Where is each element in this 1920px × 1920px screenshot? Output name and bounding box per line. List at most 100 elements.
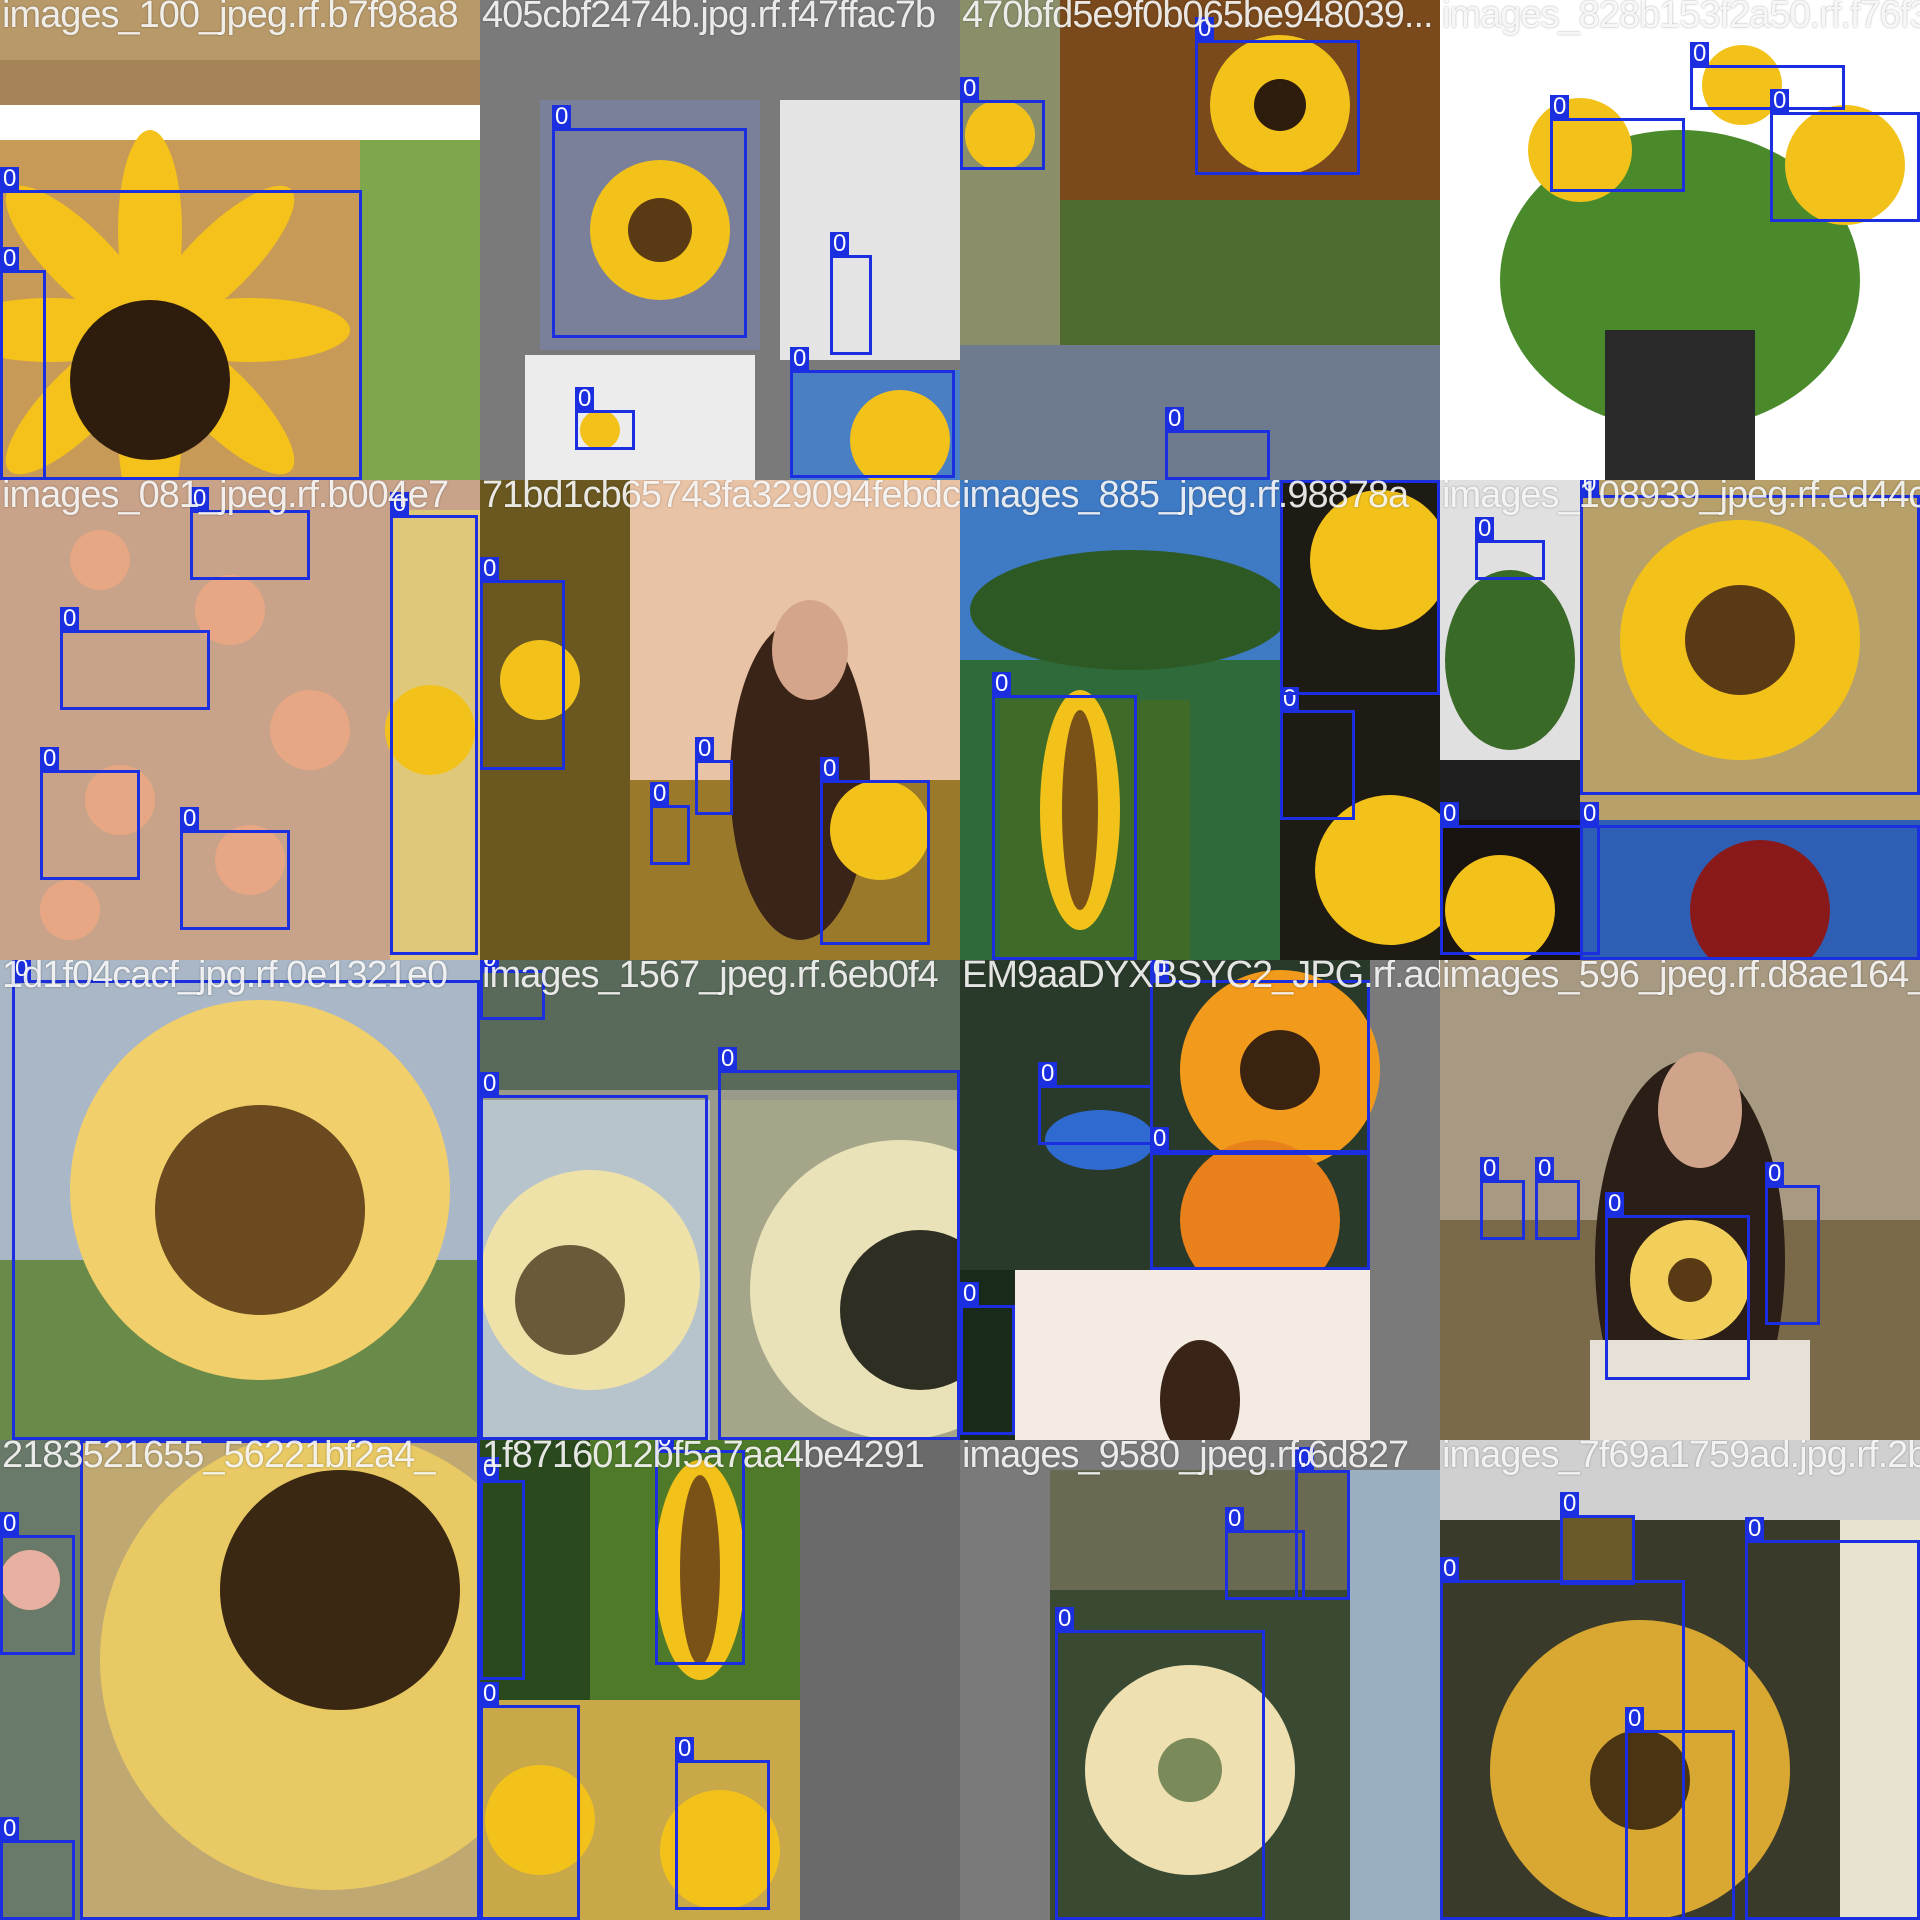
tile-8: images_108939_jpeg.rf.ed44c9 0 0 0 0 [1440, 480, 1920, 960]
tile-image [1440, 0, 1920, 480]
class-label: 0 [480, 960, 500, 971]
detection-box: 0 [830, 232, 872, 355]
detection-box: 0 [480, 1682, 580, 1920]
class-label: 0 [1165, 407, 1185, 431]
class-label: 0 [1580, 802, 1600, 826]
detection-box: 0 [1480, 1157, 1525, 1240]
tile-7: images_885_jpeg.rf.98878a 0 0 0 [960, 480, 1440, 960]
detection-box: 0 [1280, 687, 1355, 820]
class-label: 0 [0, 247, 20, 271]
class-label: 0 [552, 105, 572, 129]
detection-box: 0 [1038, 1062, 1153, 1145]
detection-box: 0 [40, 747, 140, 880]
detection-box: 0 [960, 77, 1045, 170]
class-label: 0 [830, 232, 850, 256]
mosaic-grid: images_100_jpeg.rf.b7f98a8 0 0 405cbf247… [0, 0, 1920, 1920]
detection-box: 0 [1165, 407, 1270, 480]
detection-box: 0 [1765, 1162, 1820, 1325]
tile-11: EM9aaDYXBSYC2_JPG.rf.ad529 0 0 0 0 [960, 960, 1440, 1440]
class-label: 0 [1770, 89, 1790, 113]
class-label: 0 [1150, 960, 1170, 981]
tile-6: 71bd1cb65743fa329094febdcd 0 0 0 0 [480, 480, 960, 960]
tile-12: images_596_jpeg.rf.d8ae164_n 0 0 0 0 [1440, 960, 1920, 1440]
class-label: 0 [180, 807, 200, 831]
detection-box: 0 [1550, 95, 1685, 192]
class-label: 0 [1280, 480, 1300, 481]
tile-9: 1d1f04cacf_jpg.rf.0e1321e0 0 [0, 960, 480, 1440]
class-label: 0 [1550, 95, 1570, 119]
detection-box: 0 [1295, 1447, 1350, 1600]
detection-box: 0 [1625, 1707, 1735, 1920]
class-label: 0 [80, 1440, 100, 1441]
class-label: 0 [575, 387, 595, 411]
detection-box: 0 [1475, 517, 1545, 580]
tile-4: images_828b153f2a50.rf.f76f32e 0 0 0 [1440, 0, 1920, 480]
detection-box: 0 [1770, 89, 1920, 222]
detection-box: 0 [552, 105, 747, 338]
class-label: 0 [992, 672, 1012, 696]
class-label: 0 [1195, 17, 1215, 41]
detection-box: 0 [1580, 480, 1920, 795]
class-label: 0 [40, 747, 60, 771]
detection-box: 0 [1535, 1157, 1580, 1240]
detection-box: 0 [650, 782, 690, 865]
class-label: 0 [0, 167, 20, 191]
class-label: 0 [1440, 802, 1460, 826]
detection-box: 0 [575, 387, 635, 450]
class-label: 0 [1765, 1162, 1785, 1186]
class-label: 0 [1038, 1062, 1058, 1086]
class-label: 0 [1480, 1157, 1500, 1181]
detection-box: 0 [790, 347, 955, 478]
detection-box: 0 [675, 1737, 770, 1910]
detection-box: 0 [480, 960, 545, 1020]
detection-box: 0 [1055, 1607, 1265, 1920]
detection-box: 0 [1560, 1492, 1635, 1585]
class-label: 0 [790, 347, 810, 371]
class-label: 0 [1055, 1607, 1075, 1631]
detection-box: 0 [390, 492, 478, 955]
detection-box: 0 [960, 1282, 1015, 1435]
detection-box: 0 [1150, 1127, 1370, 1270]
detection-box: 0 [1440, 802, 1600, 955]
class-label: 0 [480, 1457, 500, 1481]
class-label: 0 [1605, 1192, 1625, 1216]
class-label: 0 [1225, 1507, 1245, 1531]
class-label: 0 [1440, 1557, 1460, 1581]
detection-box: 0 [1745, 1517, 1920, 1920]
tile-15: images_9580_jpeg.rf.6d827 0 0 0 [960, 1440, 1440, 1920]
class-label: 0 [675, 1737, 695, 1761]
tile-2: 405cbf2474b.jpg.rf.f47ffac7b 0 0 0 0 [480, 0, 960, 480]
detection-box: 0 [1150, 960, 1370, 1155]
detection-box: 0 [655, 1440, 745, 1665]
detection-box: 0 [60, 607, 210, 710]
detection-box: 0 [80, 1440, 480, 1920]
tile-13: 2183521655_56221bf2a4_ 0 0 0 [0, 1440, 480, 1920]
detection-box: 0 [1280, 480, 1440, 695]
class-label: 0 [655, 1440, 675, 1451]
detection-box: 0 [1225, 1507, 1305, 1600]
detection-box: 0 [480, 557, 565, 770]
class-label: 0 [60, 607, 80, 631]
class-label: 0 [190, 487, 210, 511]
detection-box: 0 [0, 1512, 75, 1655]
class-label: 0 [1625, 1707, 1645, 1731]
detection-box: 0 [480, 1072, 708, 1440]
detection-box: 0 [718, 1047, 960, 1440]
class-label: 0 [12, 960, 32, 981]
class-label: 0 [695, 737, 715, 761]
tile-10: images_1567_jpeg.rf.6eb0f4 0 0 0 [480, 960, 960, 1440]
tile-14: 1f8716012bf5a7aa4be4291 0 0 0 0 [480, 1440, 960, 1920]
detection-box: 0 [480, 1457, 525, 1680]
detection-box: 0 [1605, 1192, 1750, 1380]
detection-box: 0 [12, 960, 480, 1440]
class-label: 0 [1745, 1517, 1765, 1541]
class-label: 0 [480, 557, 500, 581]
class-label: 0 [1580, 480, 1600, 496]
class-label: 0 [1690, 42, 1710, 66]
class-label: 0 [0, 1512, 20, 1536]
class-label: 0 [1475, 517, 1495, 541]
class-label: 0 [1535, 1157, 1555, 1181]
detection-box: 0 [695, 737, 733, 815]
detection-box: 0 [1580, 802, 1920, 960]
class-label: 0 [480, 1072, 500, 1096]
